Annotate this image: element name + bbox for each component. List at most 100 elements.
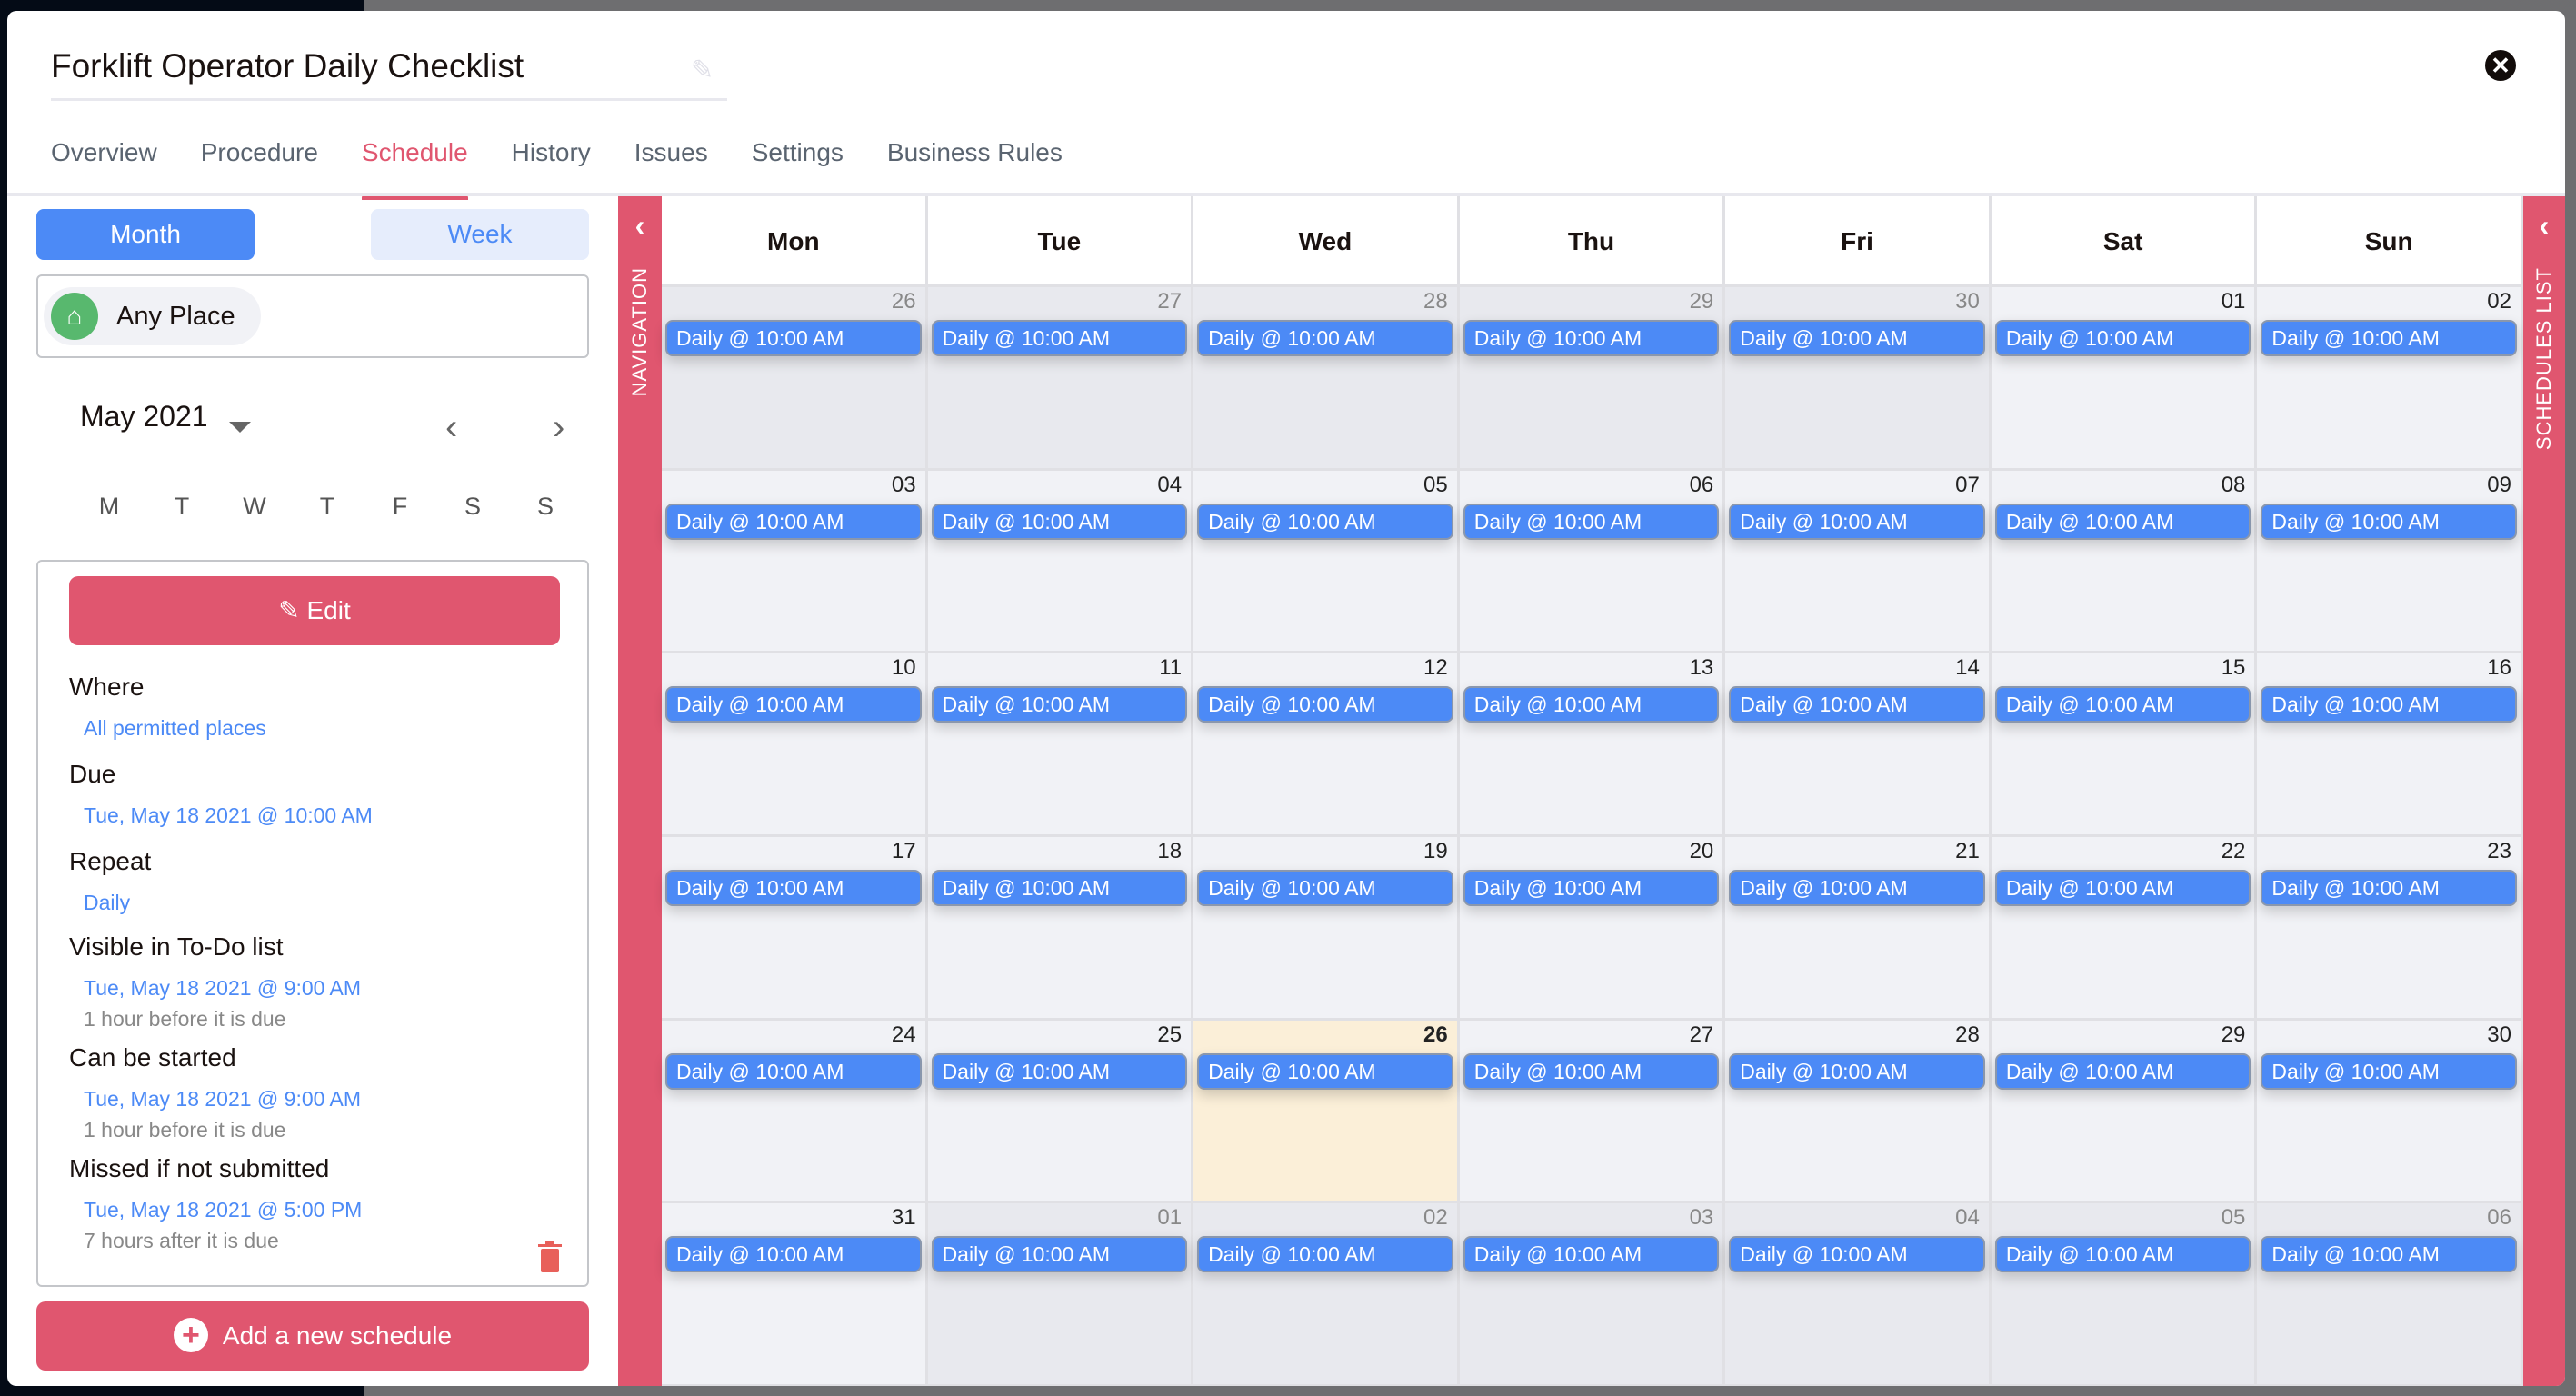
schedule-event[interactable]: Daily @ 10:00 AM: [1197, 320, 1453, 356]
calendar-day-cell[interactable]: 01 Daily @ 10:00 AM: [1991, 287, 2258, 471]
schedule-event[interactable]: Daily @ 10:00 AM: [1729, 320, 1985, 356]
schedule-event[interactable]: Daily @ 10:00 AM: [1197, 1052, 1453, 1090]
calendar-day-cell[interactable]: 21 Daily @ 10:00 AM: [1725, 837, 1992, 1021]
schedule-event[interactable]: Daily @ 10:00 AM: [2261, 1236, 2517, 1273]
calendar-day-cell[interactable]: 03 Daily @ 10:00 AM: [1459, 1203, 1726, 1386]
calendar-day-cell[interactable]: 11 Daily @ 10:00 AM: [927, 653, 1194, 837]
tab-schedule[interactable]: Schedule: [361, 138, 468, 200]
calendar-day-cell[interactable]: 27 Daily @ 10:00 AM: [927, 287, 1194, 471]
tab-business-rules[interactable]: Business Rules: [887, 138, 1063, 167]
prev-month-button[interactable]: ‹: [445, 407, 457, 448]
schedule-event[interactable]: Daily @ 10:00 AM: [1994, 686, 2252, 723]
calendar-day-cell[interactable]: 14 Daily @ 10:00 AM: [1725, 653, 1992, 837]
calendar-day-cell[interactable]: 04 Daily @ 10:00 AM: [927, 470, 1194, 654]
calendar-day-cell[interactable]: 03 Daily @ 10:00 AM: [662, 470, 928, 654]
calendar-day-cell[interactable]: 30 Daily @ 10:00 AM: [2257, 1020, 2523, 1204]
calendar-day-cell[interactable]: 28 Daily @ 10:00 AM: [1193, 287, 1460, 471]
calendar-day-cell[interactable]: 12 Daily @ 10:00 AM: [1193, 653, 1460, 837]
schedules-list-toggle[interactable]: ‹ SCHEDULES LIST: [2523, 196, 2565, 1386]
schedule-event[interactable]: Daily @ 10:00 AM: [1463, 503, 1720, 540]
place-chip[interactable]: ⌂ Any Place: [44, 287, 261, 345]
schedule-event[interactable]: Daily @ 10:00 AM: [931, 686, 1188, 723]
calendar-day-cell[interactable]: 18 Daily @ 10:00 AM: [927, 837, 1194, 1021]
calendar-day-cell[interactable]: 26 Daily @ 10:00 AM: [1193, 1020, 1460, 1204]
schedule-event[interactable]: Daily @ 10:00 AM: [931, 1052, 1188, 1090]
calendar-day-cell[interactable]: 19 Daily @ 10:00 AM: [1193, 837, 1460, 1021]
calendar-day-cell[interactable]: 05 Daily @ 10:00 AM: [1193, 470, 1460, 654]
schedule-event[interactable]: Daily @ 10:00 AM: [1729, 503, 1985, 540]
schedule-event[interactable]: Daily @ 10:00 AM: [2261, 686, 2517, 723]
schedule-event[interactable]: Daily @ 10:00 AM: [1729, 1236, 1985, 1273]
calendar-day-cell[interactable]: 07 Daily @ 10:00 AM: [1725, 470, 1992, 654]
schedule-event[interactable]: Daily @ 10:00 AM: [1729, 686, 1985, 723]
tab-settings[interactable]: Settings: [752, 138, 844, 167]
schedule-event[interactable]: Daily @ 10:00 AM: [931, 1236, 1188, 1273]
schedule-event[interactable]: Daily @ 10:00 AM: [1463, 686, 1720, 723]
calendar-day-cell[interactable]: 09 Daily @ 10:00 AM: [2257, 470, 2523, 654]
schedule-event[interactable]: Daily @ 10:00 AM: [1994, 1236, 2252, 1273]
schedule-event[interactable]: Daily @ 10:00 AM: [665, 1052, 922, 1090]
calendar-day-cell[interactable]: 25 Daily @ 10:00 AM: [927, 1020, 1194, 1204]
schedule-event[interactable]: Daily @ 10:00 AM: [1197, 1236, 1453, 1273]
schedule-event[interactable]: Daily @ 10:00 AM: [1994, 870, 2252, 906]
tab-history[interactable]: History: [512, 138, 591, 167]
tab-issues[interactable]: Issues: [634, 138, 708, 167]
schedule-event[interactable]: Daily @ 10:00 AM: [665, 686, 922, 723]
trash-icon[interactable]: [538, 1241, 562, 1272]
calendar-day-cell[interactable]: 13 Daily @ 10:00 AM: [1459, 653, 1726, 837]
calendar-day-cell[interactable]: 15 Daily @ 10:00 AM: [1991, 653, 2258, 837]
schedule-event[interactable]: Daily @ 10:00 AM: [665, 320, 922, 356]
schedule-event[interactable]: Daily @ 10:00 AM: [1197, 503, 1453, 540]
place-selector[interactable]: ⌂ Any Place: [36, 274, 589, 358]
edit-title-icon[interactable]: ✎: [691, 55, 718, 87]
schedule-event[interactable]: Daily @ 10:00 AM: [665, 503, 922, 540]
calendar-day-cell[interactable]: 30 Daily @ 10:00 AM: [1725, 287, 1992, 471]
schedule-event[interactable]: Daily @ 10:00 AM: [1994, 1052, 2252, 1090]
calendar-day-cell[interactable]: 10 Daily @ 10:00 AM: [662, 653, 928, 837]
add-schedule-button[interactable]: + Add a new schedule: [36, 1301, 589, 1371]
schedule-event[interactable]: Daily @ 10:00 AM: [1197, 870, 1453, 906]
calendar-day-cell[interactable]: 29 Daily @ 10:00 AM: [1459, 287, 1726, 471]
schedule-event[interactable]: Daily @ 10:00 AM: [2261, 870, 2517, 906]
calendar-day-cell[interactable]: 31 Daily @ 10:00 AM: [662, 1203, 928, 1386]
schedule-event[interactable]: Daily @ 10:00 AM: [665, 1236, 922, 1273]
calendar-day-cell[interactable]: 26 Daily @ 10:00 AM: [662, 287, 928, 471]
schedule-event[interactable]: Daily @ 10:00 AM: [2261, 320, 2517, 356]
month-view-button[interactable]: Month: [36, 209, 255, 260]
schedule-event[interactable]: Daily @ 10:00 AM: [931, 870, 1188, 906]
calendar-day-cell[interactable]: 01 Daily @ 10:00 AM: [927, 1203, 1194, 1386]
calendar-day-cell[interactable]: 27 Daily @ 10:00 AM: [1459, 1020, 1726, 1204]
calendar-day-cell[interactable]: 05 Daily @ 10:00 AM: [1991, 1203, 2258, 1386]
calendar-day-cell[interactable]: 08 Daily @ 10:00 AM: [1991, 470, 2258, 654]
calendar-day-cell[interactable]: 22 Daily @ 10:00 AM: [1991, 837, 2258, 1021]
calendar-day-cell[interactable]: 29 Daily @ 10:00 AM: [1991, 1020, 2258, 1204]
edit-button[interactable]: ✎ Edit: [69, 576, 560, 645]
calendar-day-cell[interactable]: 06 Daily @ 10:00 AM: [2257, 1203, 2523, 1386]
schedule-event[interactable]: Daily @ 10:00 AM: [2261, 1052, 2517, 1090]
schedule-event[interactable]: Daily @ 10:00 AM: [1197, 686, 1453, 723]
schedule-event[interactable]: Daily @ 10:00 AM: [1729, 1052, 1985, 1090]
caret-down-icon[interactable]: [229, 422, 251, 433]
calendar-day-cell[interactable]: 02 Daily @ 10:00 AM: [1193, 1203, 1460, 1386]
schedule-event[interactable]: Daily @ 10:00 AM: [931, 503, 1188, 540]
tab-overview[interactable]: Overview: [51, 138, 157, 167]
calendar-day-cell[interactable]: 23 Daily @ 10:00 AM: [2257, 837, 2523, 1021]
schedule-event[interactable]: Daily @ 10:00 AM: [1463, 1236, 1720, 1273]
calendar-day-cell[interactable]: 16 Daily @ 10:00 AM: [2257, 653, 2523, 837]
schedule-event[interactable]: Daily @ 10:00 AM: [1994, 320, 2252, 356]
tab-procedure[interactable]: Procedure: [201, 138, 318, 167]
week-view-button[interactable]: Week: [371, 209, 589, 260]
schedule-event[interactable]: Daily @ 10:00 AM: [1994, 503, 2252, 540]
schedule-event[interactable]: Daily @ 10:00 AM: [1729, 870, 1985, 906]
calendar-day-cell[interactable]: 02 Daily @ 10:00 AM: [2257, 287, 2523, 471]
schedule-event[interactable]: Daily @ 10:00 AM: [931, 320, 1188, 356]
schedule-event[interactable]: Daily @ 10:00 AM: [2261, 503, 2517, 540]
close-button[interactable]: ✕: [2485, 50, 2516, 81]
schedule-event[interactable]: Daily @ 10:00 AM: [665, 870, 922, 906]
schedule-event[interactable]: Daily @ 10:00 AM: [1463, 870, 1720, 906]
navigation-toggle[interactable]: ‹ NAVIGATION: [618, 196, 662, 1386]
calendar-day-cell[interactable]: 24 Daily @ 10:00 AM: [662, 1020, 928, 1204]
calendar-day-cell[interactable]: 06 Daily @ 10:00 AM: [1459, 470, 1726, 654]
calendar-day-cell[interactable]: 17 Daily @ 10:00 AM: [662, 837, 928, 1021]
schedule-event[interactable]: Daily @ 10:00 AM: [1463, 1052, 1720, 1090]
